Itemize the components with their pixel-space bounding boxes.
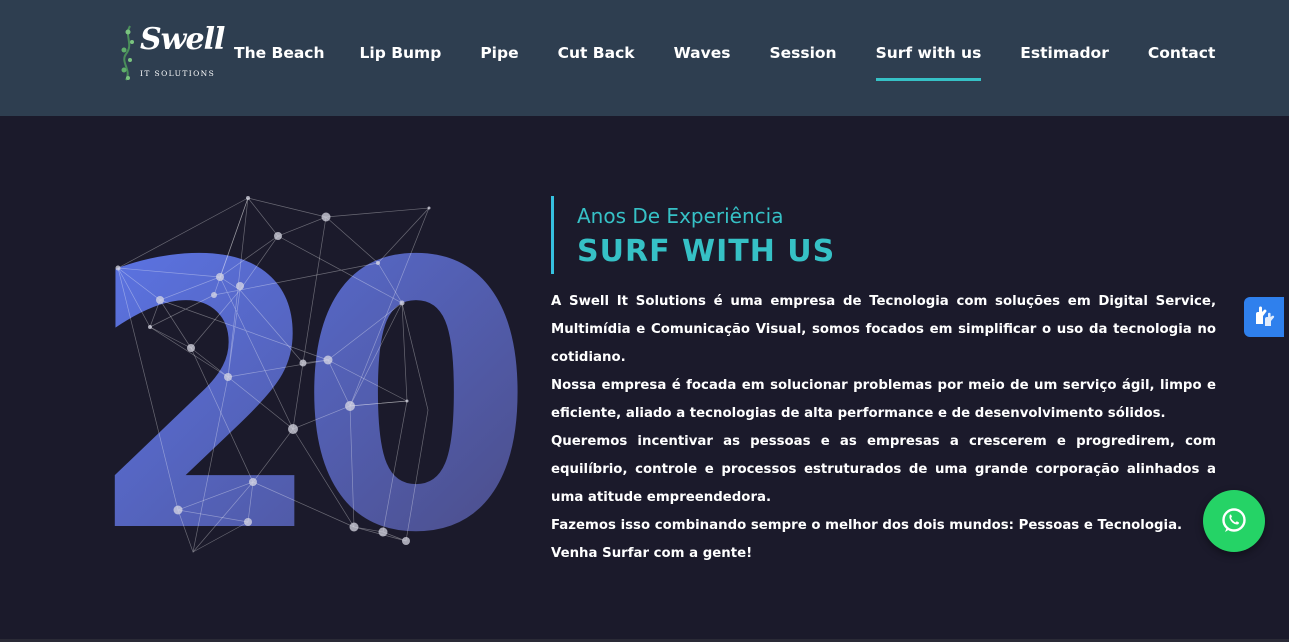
- site-header: Swell IT SOLUTIONS The Beach Lip Bump Pi…: [0, 0, 1289, 116]
- section-title: SURF WITH US: [577, 234, 836, 269]
- main-nav: The Beach Lip Bump Pipe Cut Back Waves S…: [234, 43, 1216, 81]
- nav-item-cut-back[interactable]: Cut Back: [558, 43, 635, 73]
- network-number-graphic: 20: [88, 184, 548, 613]
- vine-decoration-icon: [121, 25, 134, 81]
- title-accent-bar: [551, 196, 554, 274]
- twenty-years-graphic: 20: [88, 184, 548, 613]
- logo-wordmark: Swell: [140, 22, 225, 57]
- whatsapp-button[interactable]: [1203, 490, 1265, 552]
- about-paragraph: A Swell It Solutions é uma empresa de Te…: [551, 294, 1216, 365]
- swell-logo[interactable]: Swell IT SOLUTIONS: [118, 22, 225, 84]
- about-paragraph: Queremos incentivar as pessoas e as empr…: [551, 434, 1216, 505]
- nav-item-waves[interactable]: Waves: [674, 43, 731, 73]
- whatsapp-icon: [1222, 508, 1246, 532]
- about-text: A Swell It Solutions é uma empresa de Te…: [551, 288, 1216, 568]
- nav-item-pipe[interactable]: Pipe: [480, 43, 518, 73]
- about-paragraph: Nossa empresa é focada em solucionar pro…: [551, 378, 1216, 421]
- sign-language-hands-icon: [1256, 306, 1275, 326]
- about-paragraph: Venha Surfar com a gente!: [551, 546, 753, 561]
- section-subtitle: Anos De Experiência: [577, 204, 784, 228]
- nav-item-surf-with-us[interactable]: Surf with us: [875, 43, 981, 81]
- nav-item-session[interactable]: Session: [769, 43, 836, 73]
- nav-item-contact[interactable]: Contact: [1148, 43, 1216, 73]
- about-paragraph: Fazemos isso combinando sempre o melhor …: [551, 518, 1183, 533]
- nav-item-estimador[interactable]: Estimador: [1020, 43, 1109, 73]
- logo-tagline: IT SOLUTIONS: [140, 69, 216, 78]
- nav-item-lip-bump[interactable]: Lip Bump: [360, 43, 442, 73]
- accessibility-button[interactable]: [1244, 297, 1284, 337]
- nav-item-the-beach[interactable]: The Beach: [234, 43, 325, 73]
